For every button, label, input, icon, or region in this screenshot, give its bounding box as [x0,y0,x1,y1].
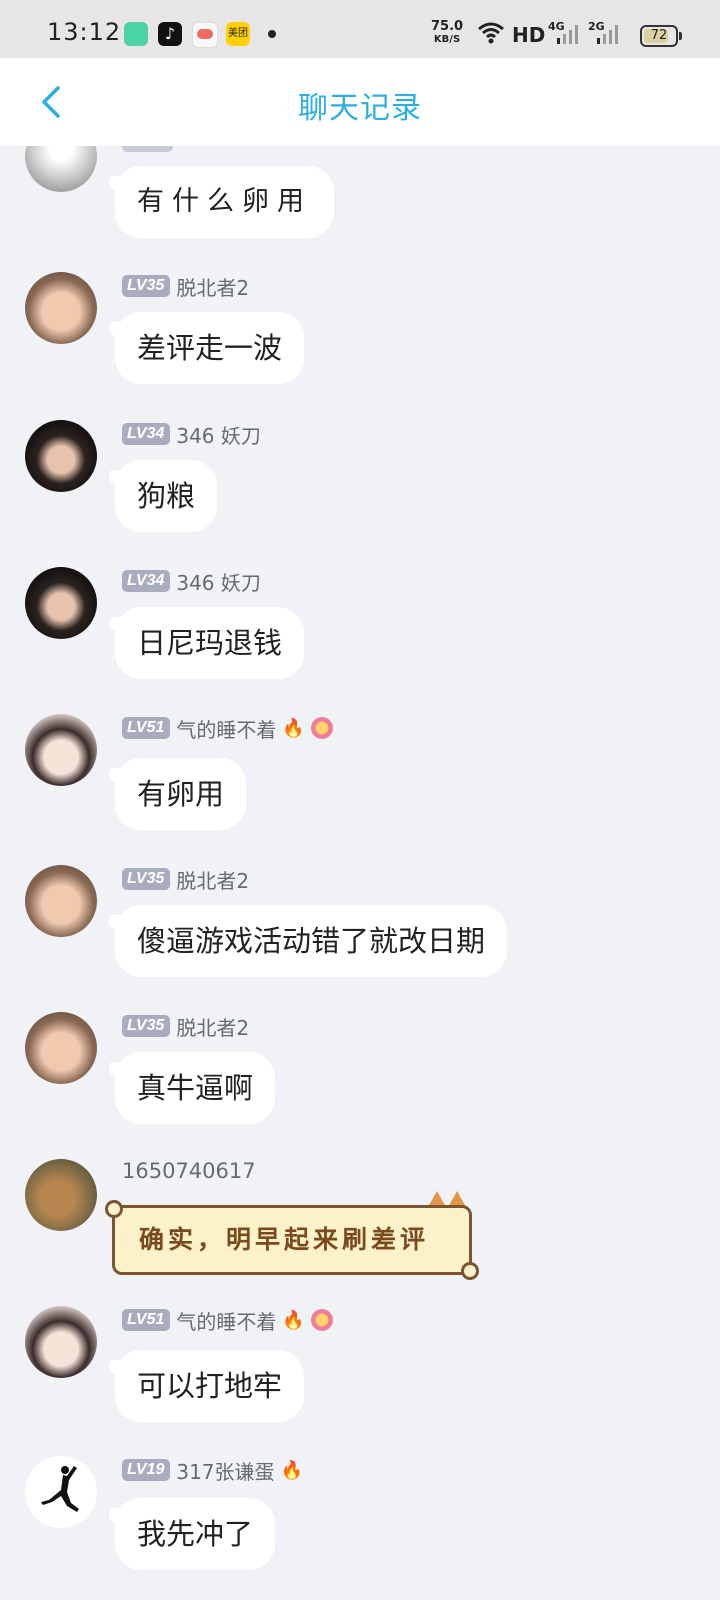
message-bubble[interactable]: 日尼玛退钱 [115,607,305,679]
sender-name: 346 妖刀 [176,423,261,448]
message-bubble[interactable]: 有什么卵用 [115,166,334,238]
flower-icon [310,717,333,739]
notification-dot [268,30,276,38]
level-badge: LV35 [122,1015,171,1037]
level-badge: LV51 [122,1309,171,1331]
fire-icon: 🔥 [282,717,305,739]
sender-name: 脱北者2 [176,1015,250,1040]
battery-level: 72 [650,28,668,43]
message-bubble[interactable]: 确实，明早起来刷差评 [105,1200,479,1280]
message-bubble[interactable]: 差评走一波 [115,312,305,384]
fire-icon: 🔥 [282,1309,305,1331]
game-app-icon [192,22,218,48]
jumpman-logo-icon [41,1466,79,1512]
level-badge: LV35 [122,275,171,297]
message-meta: LV35 脱北者2 [122,866,250,893]
flower-icon [310,1309,333,1331]
level-badge: LV34 [122,423,171,445]
message-bubble[interactable]: 傻逼游戏活动错了就改日期 [115,905,508,977]
sender-name: 气的睡不着 [176,717,277,742]
level-badge [122,146,173,152]
message-meta: LV34 346 妖刀 [122,421,261,448]
message-bubble[interactable]: 真牛逼啊 [115,1052,276,1124]
message-meta: LV19 317张谦蛋 🔥 [122,1457,303,1484]
message-meta: LV51 气的睡不着 🔥 [122,1307,333,1334]
avatar[interactable] [25,567,97,639]
level-badge: LV34 [122,570,171,592]
level-badge: LV19 [122,1459,171,1481]
avatar[interactable] [25,1159,97,1231]
top-nav-bar: 聊天记录 [0,58,720,146]
chat-history-list[interactable]: 有什么卵用 LV35 脱北者2 差评走一波 LV34 346 妖刀 狗粮 LV3… [0,146,720,1600]
wifi-icon [478,22,504,44]
sender-name: 脱北者2 [176,868,250,893]
level-badge: LV51 [122,717,171,739]
level-badge: LV35 [122,868,171,890]
avatar[interactable] [25,1012,97,1084]
fire-icon: 🔥 [280,1459,303,1481]
status-bar: 13:12 ♪ 美团 75.0 KB/S HD 4G 2G 72 [0,0,720,58]
sender-name: 346 妖刀 [176,570,261,595]
avatar[interactable] [25,1306,97,1378]
message-bubble[interactable]: 有卵用 [115,758,247,830]
notes-app-icon [124,22,148,46]
message-meta: LV51 气的睡不着 🔥 [122,715,333,742]
status-time: 13:12 [47,18,122,46]
signal-4g-icon [557,25,578,44]
tiktok-icon: ♪ [158,22,182,46]
hd-indicator: HD [512,23,546,47]
sender-name: 317张谦蛋 [176,1459,275,1484]
message-bubble[interactable]: 可以打地牢 [115,1350,305,1422]
avatar[interactable] [25,420,97,492]
avatar[interactable] [25,146,97,192]
meituan-icon: 美团 [226,22,250,46]
page-title: 聊天记录 [298,91,422,126]
net-speed-unit: KB/S [433,34,461,45]
net-speed: 75.0 KB/S [431,20,463,46]
message-meta: LV35 脱北者2 [122,273,250,300]
sender-name: 气的睡不着 [176,1309,277,1334]
avatar[interactable] [25,865,97,937]
net-speed-value: 75.0 [431,19,464,34]
message-meta [122,146,179,154]
avatar[interactable] [25,714,97,786]
sender-name: 1650740617 [122,1159,256,1183]
message-meta: LV35 脱北者2 [122,1013,250,1040]
signal-2g-icon [597,25,618,44]
avatar[interactable] [25,272,97,344]
battery-icon: 72 [640,25,682,47]
avatar[interactable] [25,1456,97,1528]
sender-name: 脱北者2 [176,275,250,300]
message-meta: LV34 346 妖刀 [122,568,261,595]
message-bubble[interactable]: 狗粮 [115,460,218,532]
message-bubble[interactable]: 我先冲了 [115,1498,276,1570]
